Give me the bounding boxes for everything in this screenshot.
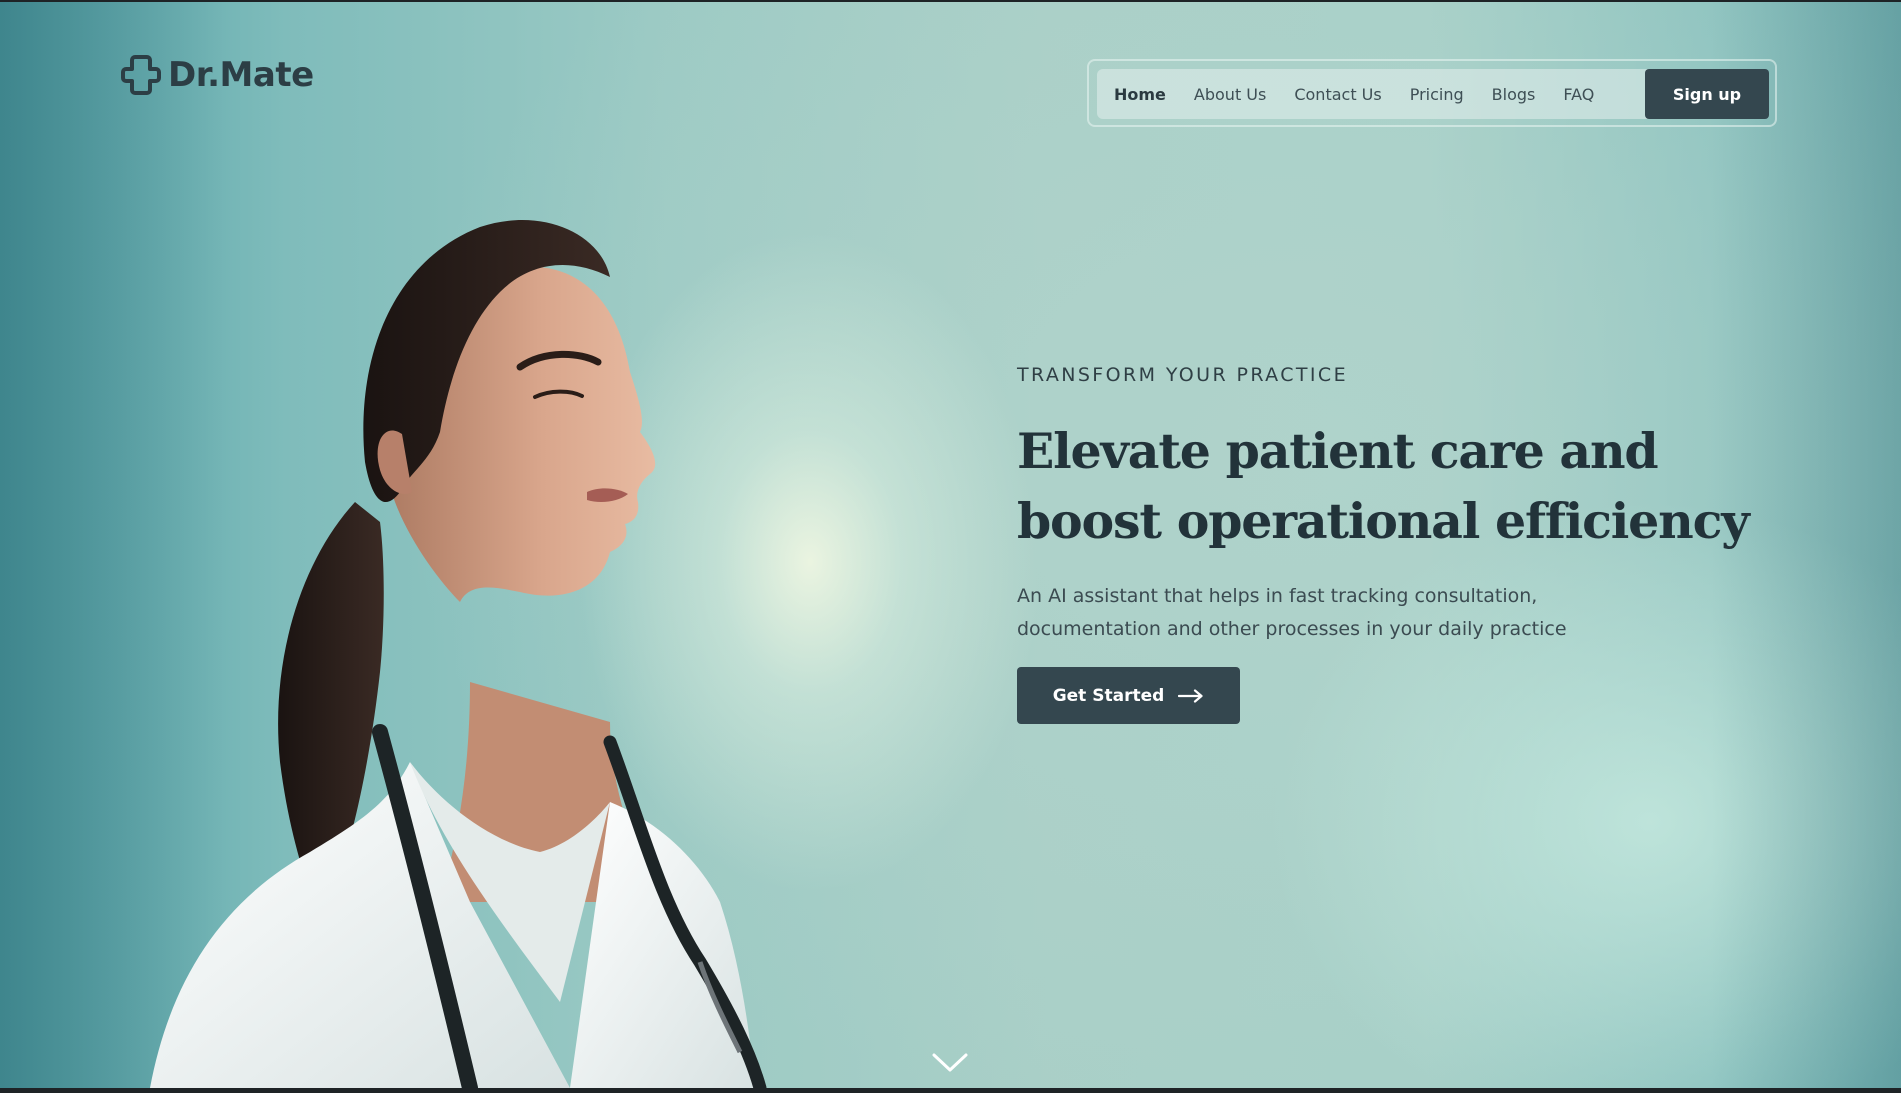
nav-faq[interactable]: FAQ [1563,85,1594,104]
hero-subtitle-line-2: documentation and other processes in you… [1017,618,1567,640]
nav-home[interactable]: Home [1114,85,1166,104]
brand-logo[interactable]: Dr.Mate [120,54,314,96]
hero-headline: Elevate patient care and boost operation… [1017,416,1777,556]
hero-eyebrow: TRANSFORM YOUR PRACTICE [1017,364,1348,386]
get-started-button[interactable]: Get Started [1017,667,1240,724]
nav-pricing[interactable]: Pricing [1410,85,1464,104]
hero-subtitle: An AI assistant that helps in fast track… [1017,580,1657,646]
signup-button[interactable]: Sign up [1645,69,1769,119]
hero-subtitle-line-1: An AI assistant that helps in fast track… [1017,585,1538,607]
arrow-right-icon [1178,688,1203,703]
nav-contact-us[interactable]: Contact Us [1294,85,1381,104]
main-nav: Home About Us Contact Us Pricing Blogs F… [1097,69,1769,119]
chevron-down-icon[interactable] [931,1052,969,1074]
nav-about-us[interactable]: About Us [1194,85,1266,104]
doctor-portrait-image [150,220,767,1088]
hero-headline-line-1: Elevate patient care and [1017,422,1659,480]
hero-section: Dr.Mate Home About Us Contact Us Pricing… [0,2,1901,1088]
get-started-label: Get Started [1052,685,1165,706]
nav-blogs[interactable]: Blogs [1492,85,1536,104]
medical-cross-icon [121,55,161,95]
brand-name: Dr.Mate [168,55,314,95]
hero-headline-line-2: boost operational efficiency [1017,492,1750,550]
